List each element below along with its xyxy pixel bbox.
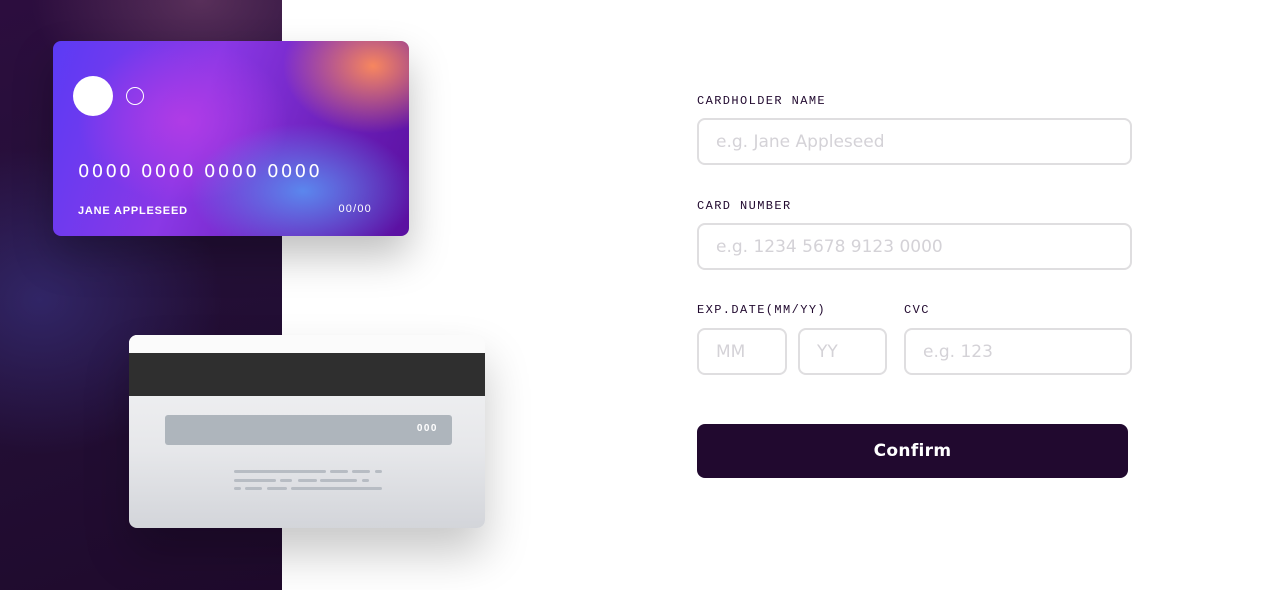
expiry-month-input[interactable] — [697, 328, 787, 375]
cardholder-name-label: CARDHOLDER NAME — [697, 94, 827, 108]
card-back: 000 — [129, 335, 485, 528]
card-number-label: CARD NUMBER — [697, 199, 792, 213]
card-expiry-display: 00/00 — [338, 203, 372, 215]
card-front: 0000 0000 0000 0000 JANE APPLESEED 00/00 — [53, 41, 409, 236]
expiry-year-input[interactable] — [798, 328, 887, 375]
cardholder-name-input[interactable] — [697, 118, 1132, 165]
card-number-input[interactable] — [697, 223, 1132, 270]
confirm-button[interactable]: Confirm — [697, 424, 1128, 478]
card-logo-circle-outline-icon — [126, 87, 144, 105]
card-details-form: CARDHOLDER NAME CARD NUMBER EXP.DATE(MM/… — [697, 0, 1137, 590]
cardholder-name-display: JANE APPLESEED — [78, 205, 188, 217]
card-back-top-edge — [129, 335, 485, 353]
magnetic-stripe — [129, 353, 485, 396]
expiry-date-label: EXP.DATE(MM/YY) — [697, 303, 827, 317]
card-logo-circle-filled-icon — [73, 76, 113, 116]
cvc-label: CVC — [904, 303, 930, 317]
signature-strip: 000 — [165, 415, 452, 445]
card-number-display: 0000 0000 0000 0000 — [78, 161, 323, 182]
card-cvc-display: 000 — [416, 423, 438, 434]
cvc-input[interactable] — [904, 328, 1132, 375]
